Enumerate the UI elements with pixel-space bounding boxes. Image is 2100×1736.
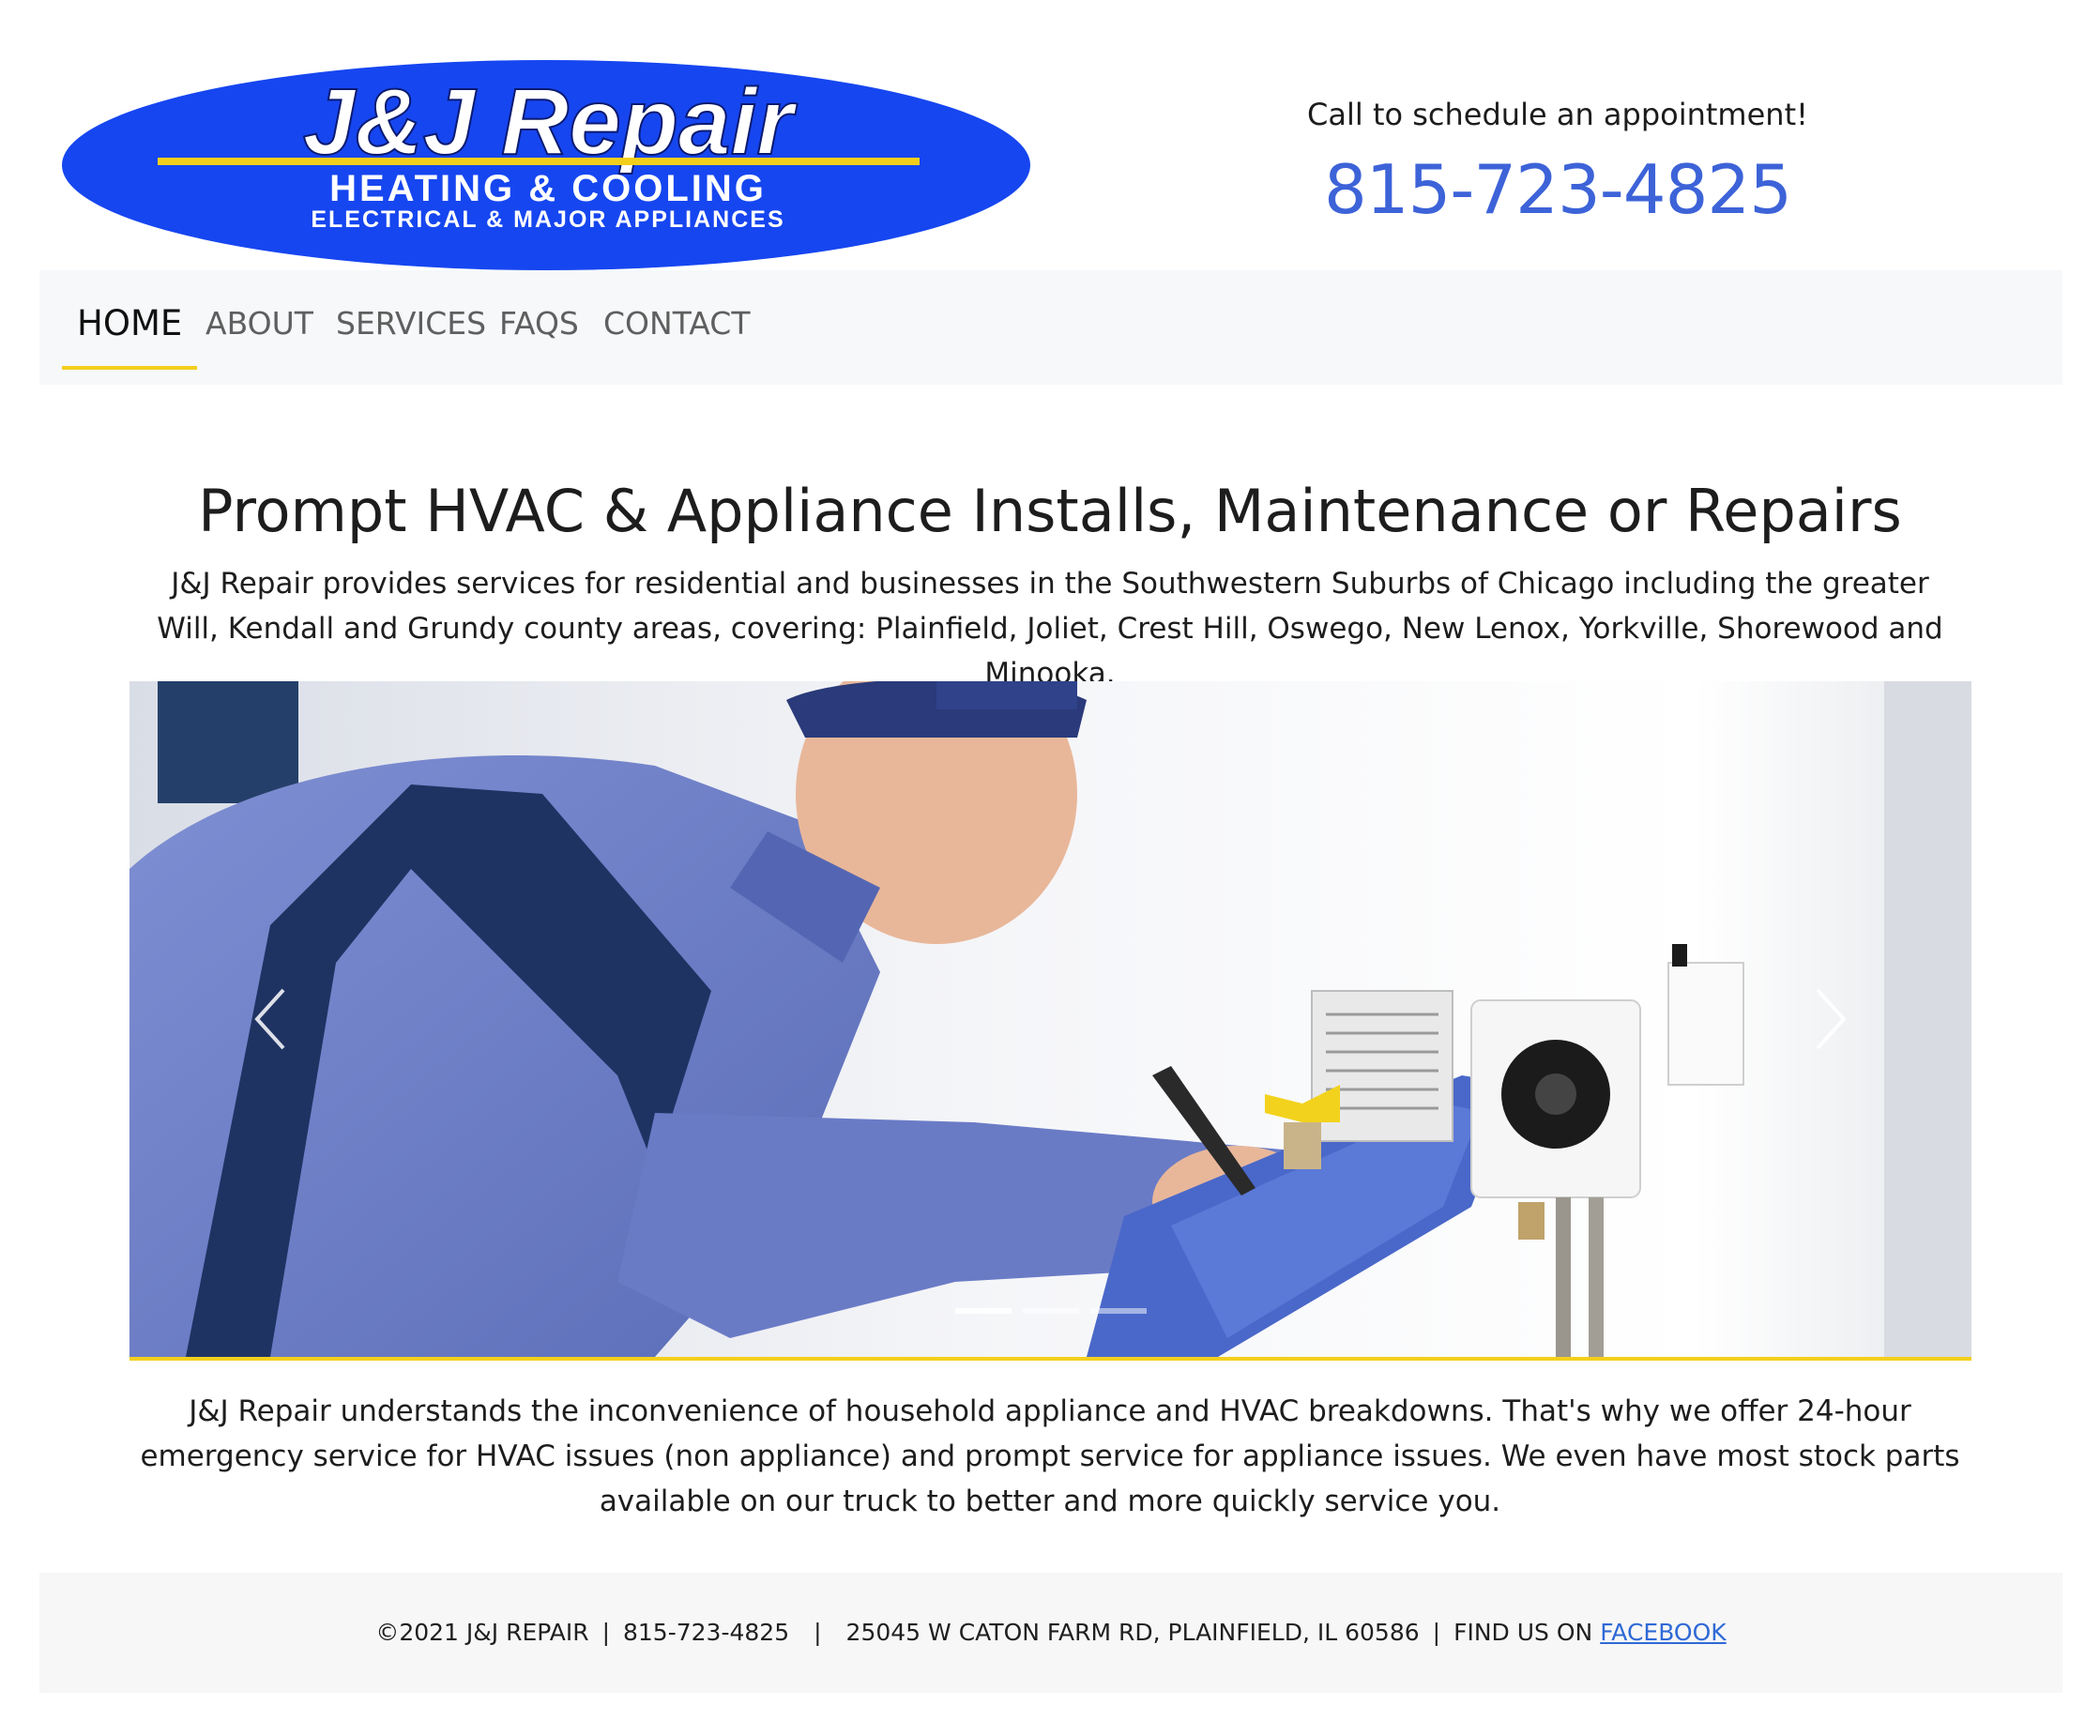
service-description: J&J Repair understands the inconvenience… — [140, 1394, 1960, 1518]
site-logo[interactable]: J&J Repair HEATING & COOLING ELECTRICAL … — [60, 58, 1032, 272]
site-header: J&J Repair HEATING & COOLING ELECTRICAL … — [0, 0, 2100, 270]
cta-text: Call to schedule an appointment! — [1307, 97, 1808, 132]
carousel-indicator-2[interactable] — [1022, 1308, 1079, 1314]
nav-item-home[interactable]: HOME — [62, 270, 198, 385]
carousel-indicator-3[interactable] — [1089, 1308, 1147, 1314]
phone-link[interactable]: 815-723-4825 — [1239, 150, 1877, 229]
hero-carousel — [129, 681, 1971, 1361]
carousel-next-button[interactable] — [1793, 982, 1868, 1057]
footer-divider: | — [601, 1619, 610, 1646]
footer-divider: | — [1432, 1619, 1441, 1646]
carousel-prev-button[interactable] — [233, 982, 308, 1057]
footer-copyright: ©2021 J&J REPAIR — [375, 1619, 589, 1646]
footer-phone: 815-723-4825 — [623, 1619, 790, 1646]
nav-item-services[interactable]: SERVICES — [321, 270, 501, 385]
footer-find-us: FIND US ON — [1453, 1619, 1593, 1646]
footer-divider: | — [814, 1619, 822, 1646]
carousel-indicators — [129, 1308, 1971, 1314]
logo-line1-text: HEATING & COOLING — [329, 168, 767, 209]
nav-item-faqs[interactable]: FAQS — [484, 270, 594, 385]
footer-address: 25045 W CATON FARM RD, PLAINFIELD, IL 60… — [845, 1619, 1420, 1646]
logo-line2-text: ELECTRICAL & MAJOR APPLIANCES — [311, 206, 784, 233]
site-footer: ©2021 J&J REPAIR | 815-723-4825 | 25045 W CA… — [39, 1573, 2062, 1693]
appointment-cta: Call to schedule an appointment! 815-723… — [1239, 94, 1877, 229]
technician-photo — [129, 681, 1971, 1357]
carousel-indicator-1[interactable] — [954, 1308, 1012, 1314]
page-headline: Prompt HVAC & Appliance Installs, Mainte… — [198, 477, 1902, 545]
main-nav: HOME ABOUT SERVICES FAQS CONTACT — [39, 270, 2062, 385]
chevron-right-icon — [1816, 988, 1847, 1050]
logo-graphic: J&J Repair HEATING & COOLING ELECTRICAL … — [62, 60, 1030, 270]
chevron-left-icon — [254, 988, 285, 1050]
nav-item-about[interactable]: ABOUT — [190, 270, 328, 385]
facebook-link[interactable]: FACEBOOK — [1600, 1619, 1726, 1646]
nav-item-contact[interactable]: CONTACT — [588, 270, 766, 385]
intro-paragraph: J&J Repair provides services for residen… — [157, 567, 1943, 691]
